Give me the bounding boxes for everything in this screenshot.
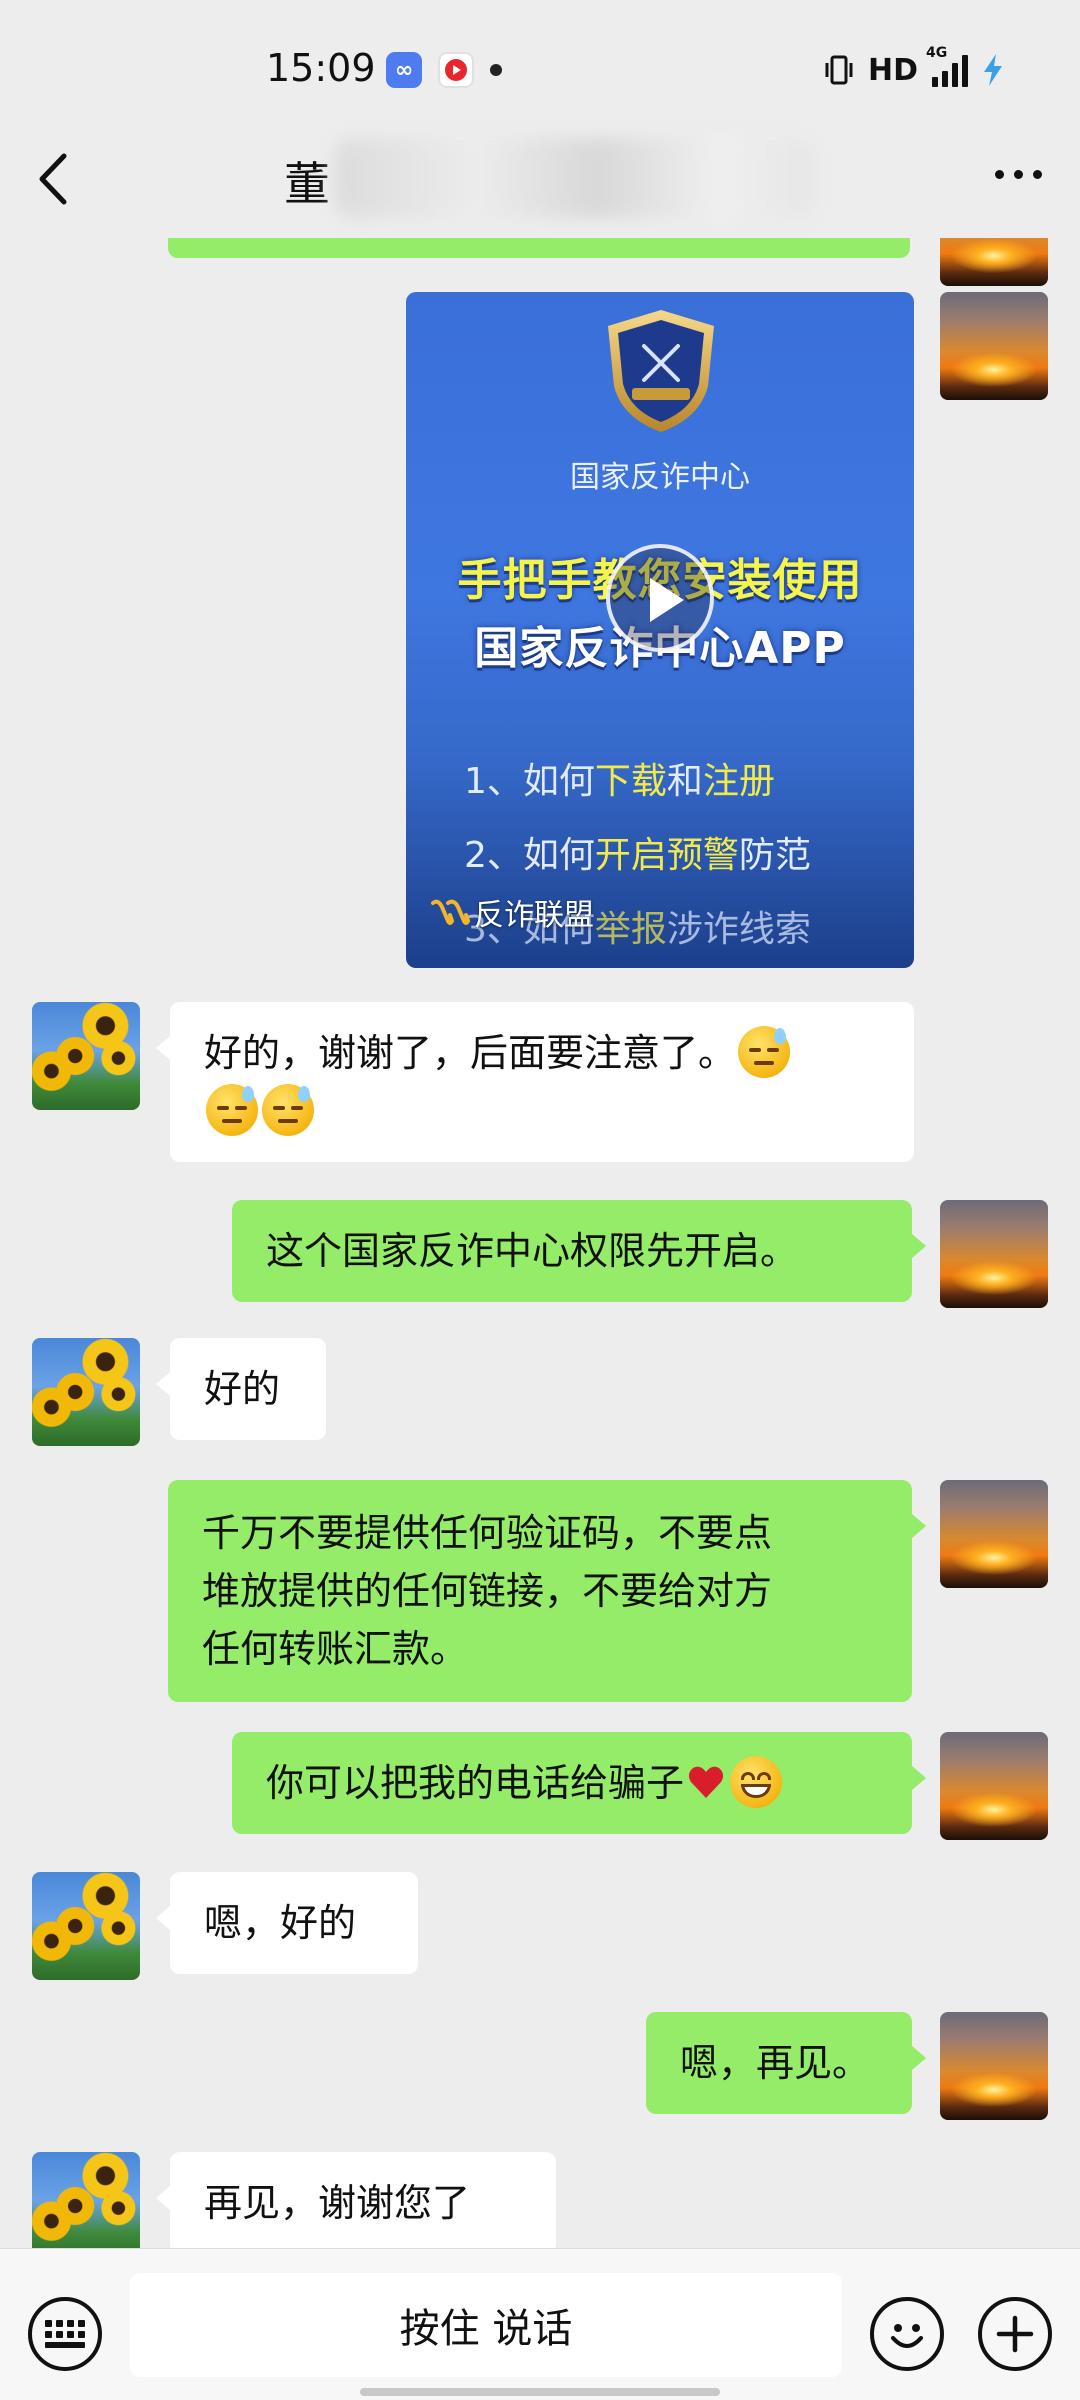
- sweat-smile-emoji-icon: [738, 1026, 791, 1078]
- message-text: 好的，谢谢了，后面要注意了。: [204, 1031, 737, 1075]
- message-bubble-outgoing[interactable]: 嗯，再见。: [646, 2012, 926, 2114]
- channel-name: 反诈联盟: [474, 898, 594, 933]
- chat-message-list[interactable]: 国家反诈中心 手把手教您安装使用 国家反诈中心APP 1、如何下载和注册 2、如…: [0, 238, 1080, 2248]
- video-org-name: 国家反诈中心: [570, 460, 750, 495]
- message-text: 嗯，再见。: [680, 2041, 871, 2085]
- infinity-app-icon: ∞: [386, 52, 422, 88]
- message-text-line: 千万不要提供任何验证码，不要点: [202, 1511, 773, 1555]
- emoji-picker-icon[interactable]: [870, 2297, 944, 2371]
- video-message-card[interactable]: 国家反诈中心 手把手教您安装使用 国家反诈中心APP 1、如何下载和注册 2、如…: [406, 292, 914, 968]
- chat-header: 董: [0, 118, 1080, 238]
- signal-icon: 4G: [926, 45, 968, 87]
- message-bubble-outgoing[interactable]: 这个国家反诈中心权限先开启。: [232, 1200, 926, 1302]
- video-channel-label[interactable]: 反诈联盟: [430, 890, 594, 934]
- hd-indicator: HD: [867, 52, 918, 88]
- red-heart-emoji-icon: [688, 1766, 724, 1798]
- charging-icon: [984, 54, 1002, 86]
- contact-avatar[interactable]: [32, 1338, 140, 1446]
- message-bubble-incoming[interactable]: 再见，谢谢您了: [156, 2152, 556, 2248]
- message-bubble-incoming[interactable]: 好的，谢谢了，后面要注意了。: [156, 1002, 914, 1162]
- channels-logo-icon: [431, 899, 470, 925]
- my-avatar[interactable]: [940, 1480, 1048, 1588]
- back-arrow-icon[interactable]: [32, 152, 76, 206]
- message-text: 好的: [204, 1367, 281, 1411]
- contact-avatar[interactable]: [32, 1002, 140, 1110]
- message-text: 你可以把我的电话给骗子: [266, 1761, 685, 1805]
- contact-avatar[interactable]: [32, 2152, 140, 2248]
- home-indicator[interactable]: [360, 2388, 720, 2396]
- my-avatar[interactable]: [940, 1200, 1048, 1308]
- chat-input-bar: 按住 说话: [0, 2248, 1080, 2400]
- message-text-line: 堆放提供的任何链接，不要给对方: [202, 1569, 773, 1613]
- play-button[interactable]: [606, 544, 714, 652]
- vibrate-icon: [825, 55, 853, 85]
- status-time: 15:09: [266, 46, 376, 90]
- sweat-smile-emoji-icon: [262, 1084, 314, 1136]
- keyboard-toggle-icon[interactable]: [28, 2297, 102, 2371]
- my-avatar[interactable]: [940, 2012, 1048, 2120]
- contact-avatar[interactable]: [32, 1872, 140, 1980]
- grin-emoji-icon: [730, 1756, 783, 1808]
- my-avatar[interactable]: [940, 238, 1048, 286]
- message-bubble-incoming[interactable]: 嗯，好的: [156, 1872, 418, 1974]
- notification-dot-icon: [490, 64, 502, 76]
- message-text: 嗯，好的: [204, 1901, 357, 1945]
- more-options-icon[interactable]: [995, 170, 1042, 179]
- video-list-item: 1、如何下载和注册: [464, 761, 775, 802]
- message-bubble-outgoing[interactable]: 千万不要提供任何验证码，不要点 堆放提供的任何链接，不要给对方 任何转账汇款。: [168, 1480, 926, 1702]
- title-redaction: [334, 138, 814, 218]
- message-bubble-incoming[interactable]: 好的: [156, 1338, 326, 1440]
- message-bubble-partial[interactable]: [168, 238, 910, 258]
- video-list-item: 2、如何开启预警防范: [464, 835, 811, 876]
- anti-fraud-shield-icon: [608, 310, 714, 432]
- message-text: 再见，谢谢您了: [204, 2181, 471, 2225]
- chat-title: 董: [284, 157, 330, 211]
- my-avatar[interactable]: [940, 1732, 1048, 1840]
- message-bubble-outgoing[interactable]: 你可以把我的电话给骗子: [232, 1732, 926, 1834]
- video-app-icon: [438, 52, 474, 88]
- my-avatar[interactable]: [940, 292, 1048, 400]
- sweat-smile-emoji-icon: [206, 1084, 258, 1136]
- message-text: 这个国家反诈中心权限先开启。: [266, 1229, 799, 1273]
- message-text-line: 任何转账汇款。: [202, 1627, 469, 1671]
- hold-to-talk-button[interactable]: 按住 说话: [130, 2273, 842, 2377]
- status-indicators: HD 4G: [824, 45, 1004, 92]
- add-attachment-icon[interactable]: [978, 2297, 1052, 2371]
